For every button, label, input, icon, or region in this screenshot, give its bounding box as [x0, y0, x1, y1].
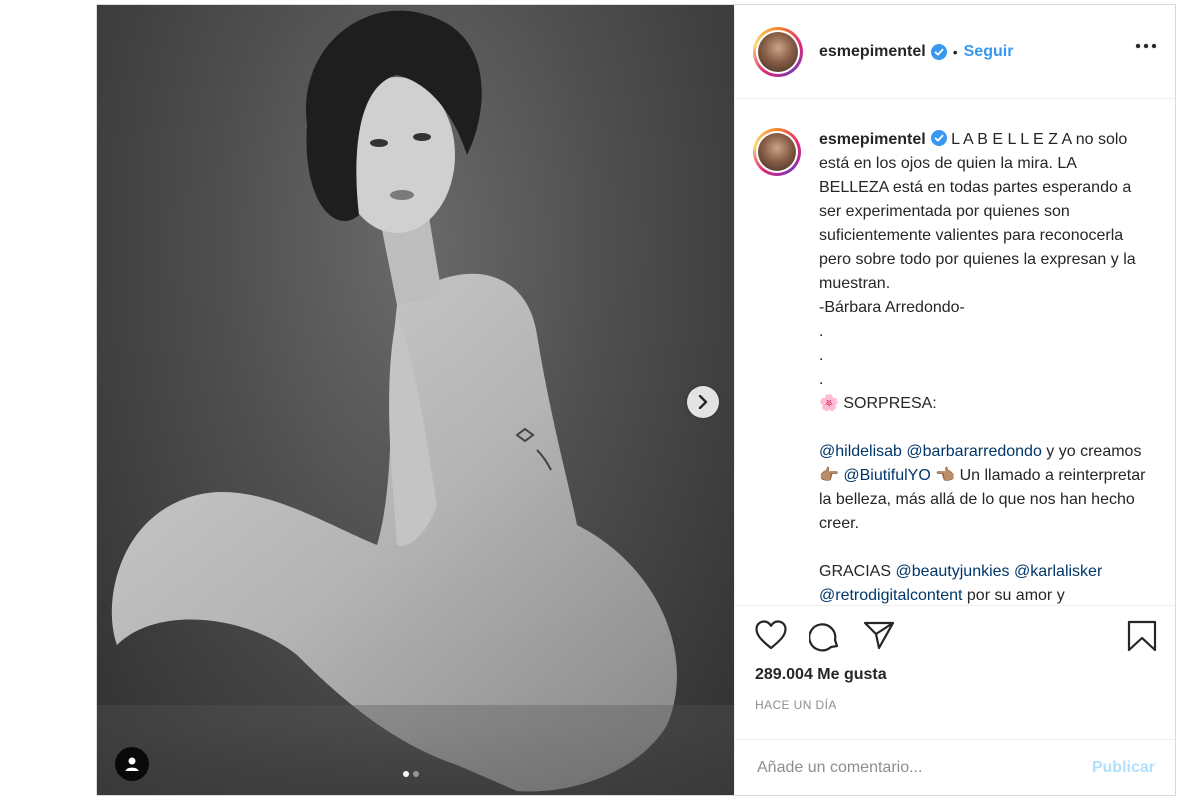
mention-link[interactable]: @karlalisker	[1014, 563, 1102, 580]
comment-icon	[809, 623, 839, 652]
caption-dot: .	[819, 323, 824, 340]
carousel-dot	[413, 771, 419, 777]
surprise-label: SORPRESA:	[843, 395, 937, 412]
more-options-icon[interactable]	[1135, 43, 1157, 49]
mention-link[interactable]: @retrodigitalcontent	[819, 587, 962, 604]
caption-username[interactable]: esmepimentel	[819, 131, 926, 148]
point-right-emoji-icon: 👉🏽	[819, 467, 839, 484]
follow-button[interactable]: Seguir	[964, 43, 1014, 61]
share-button[interactable]	[863, 620, 895, 652]
share-icon	[863, 621, 895, 650]
comment-bar: Publicar	[735, 739, 1175, 795]
header-username[interactable]: esmepimentel	[819, 43, 926, 61]
caption-fragment: y yo creamos	[1046, 443, 1142, 460]
mention-link[interactable]: @beautyjunkies	[895, 563, 1009, 580]
caption-body: L A B E L L E Z A no solo está en los oj…	[819, 131, 1136, 292]
profile-photo	[758, 133, 796, 171]
caption-avatar[interactable]	[753, 128, 801, 176]
carousel-dot-active	[403, 771, 409, 777]
caption-dot: .	[819, 347, 824, 364]
instagram-post: esmepimentel • Seguir esmepimentel L A B…	[96, 4, 1176, 796]
heart-icon	[755, 620, 787, 650]
post-sidebar: esmepimentel • Seguir esmepimentel L A B…	[734, 5, 1175, 795]
mention-link[interactable]: @hildelisab	[819, 443, 902, 460]
comment-input[interactable]	[755, 757, 1092, 778]
post-photo[interactable]	[97, 5, 734, 795]
mention-link[interactable]: @BiutifulYO	[843, 467, 930, 484]
like-button[interactable]	[755, 620, 787, 652]
caption-fragment: GRACIAS	[819, 563, 892, 580]
post-header: esmepimentel • Seguir	[735, 5, 1175, 99]
point-left-emoji-icon: 👈🏽	[935, 467, 956, 484]
likes-count[interactable]: 289.004 Me gusta	[755, 666, 887, 684]
save-button[interactable]	[1127, 620, 1157, 657]
separator-dot: •	[952, 43, 958, 60]
chevron-right-icon	[698, 395, 708, 409]
verified-badge-icon	[930, 43, 947, 60]
caption-author: -Bárbara Arredondo-	[819, 299, 965, 316]
mention-link[interactable]: @barbararredondo	[906, 443, 1041, 460]
caption-dot: .	[819, 371, 824, 388]
avatar[interactable]	[753, 26, 803, 77]
caption-area: esmepimentel L A B E L L E Z A no solo e…	[735, 100, 1175, 605]
comment-button[interactable]	[809, 620, 841, 652]
carousel-indicator	[403, 771, 419, 777]
bookmark-icon	[1127, 620, 1157, 652]
verified-badge-icon	[930, 130, 947, 146]
publish-button[interactable]: Publicar	[1092, 759, 1155, 777]
tagged-users-button[interactable]	[115, 747, 149, 781]
caption-row: esmepimentel L A B E L L E Z A no solo e…	[735, 100, 1175, 605]
carousel-next-button[interactable]	[687, 386, 719, 418]
profile-photo	[758, 31, 798, 72]
action-bar: 289.004 Me gusta HACE UN DÍA	[735, 605, 1175, 718]
post-timestamp[interactable]: HACE UN DÍA	[755, 698, 837, 712]
user-tag-icon	[125, 757, 139, 771]
photo-scene	[97, 10, 734, 795]
flower-emoji-icon: 🌸	[819, 395, 839, 412]
caption-text: esmepimentel L A B E L L E Z A no solo e…	[819, 128, 1149, 605]
caption-fragment: por su amor y	[966, 587, 1065, 604]
